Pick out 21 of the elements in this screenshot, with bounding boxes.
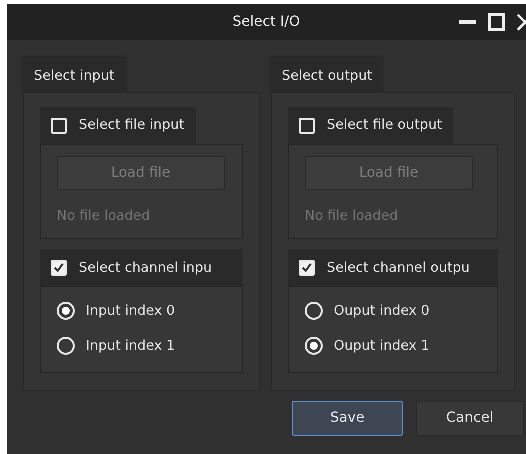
maximize-icon[interactable] — [488, 13, 505, 31]
file-status: No file loaded — [57, 207, 152, 226]
radio-button[interactable] — [305, 336, 323, 355]
radio-button[interactable] — [57, 302, 75, 320]
checkbox-label[interactable]: Select channel outpu — [327, 258, 470, 278]
radio-label[interactable]: Input index 0 — [86, 301, 176, 322]
radio-label[interactable]: Ouput index 1 — [334, 336, 430, 356]
radio-button[interactable] — [305, 302, 323, 320]
checkbox[interactable] — [299, 260, 315, 276]
radio-label[interactable]: Input index 1 — [86, 336, 176, 356]
dialog-button[interactable]: Save — [292, 400, 403, 436]
group-title: Select output — [271, 58, 384, 92]
checkbox[interactable] — [51, 260, 67, 276]
close-icon[interactable] — [517, 13, 526, 31]
radio-label[interactable]: Ouput index 0 — [334, 301, 430, 322]
group-title: Select input — [23, 58, 126, 92]
checkbox-label[interactable]: Select channel inpu — [79, 258, 212, 278]
dialog-button[interactable]: Cancel — [416, 400, 524, 436]
file-status: No file loaded — [305, 207, 400, 226]
window-title: Select I/O — [232, 12, 300, 32]
radio-button[interactable] — [57, 336, 75, 355]
